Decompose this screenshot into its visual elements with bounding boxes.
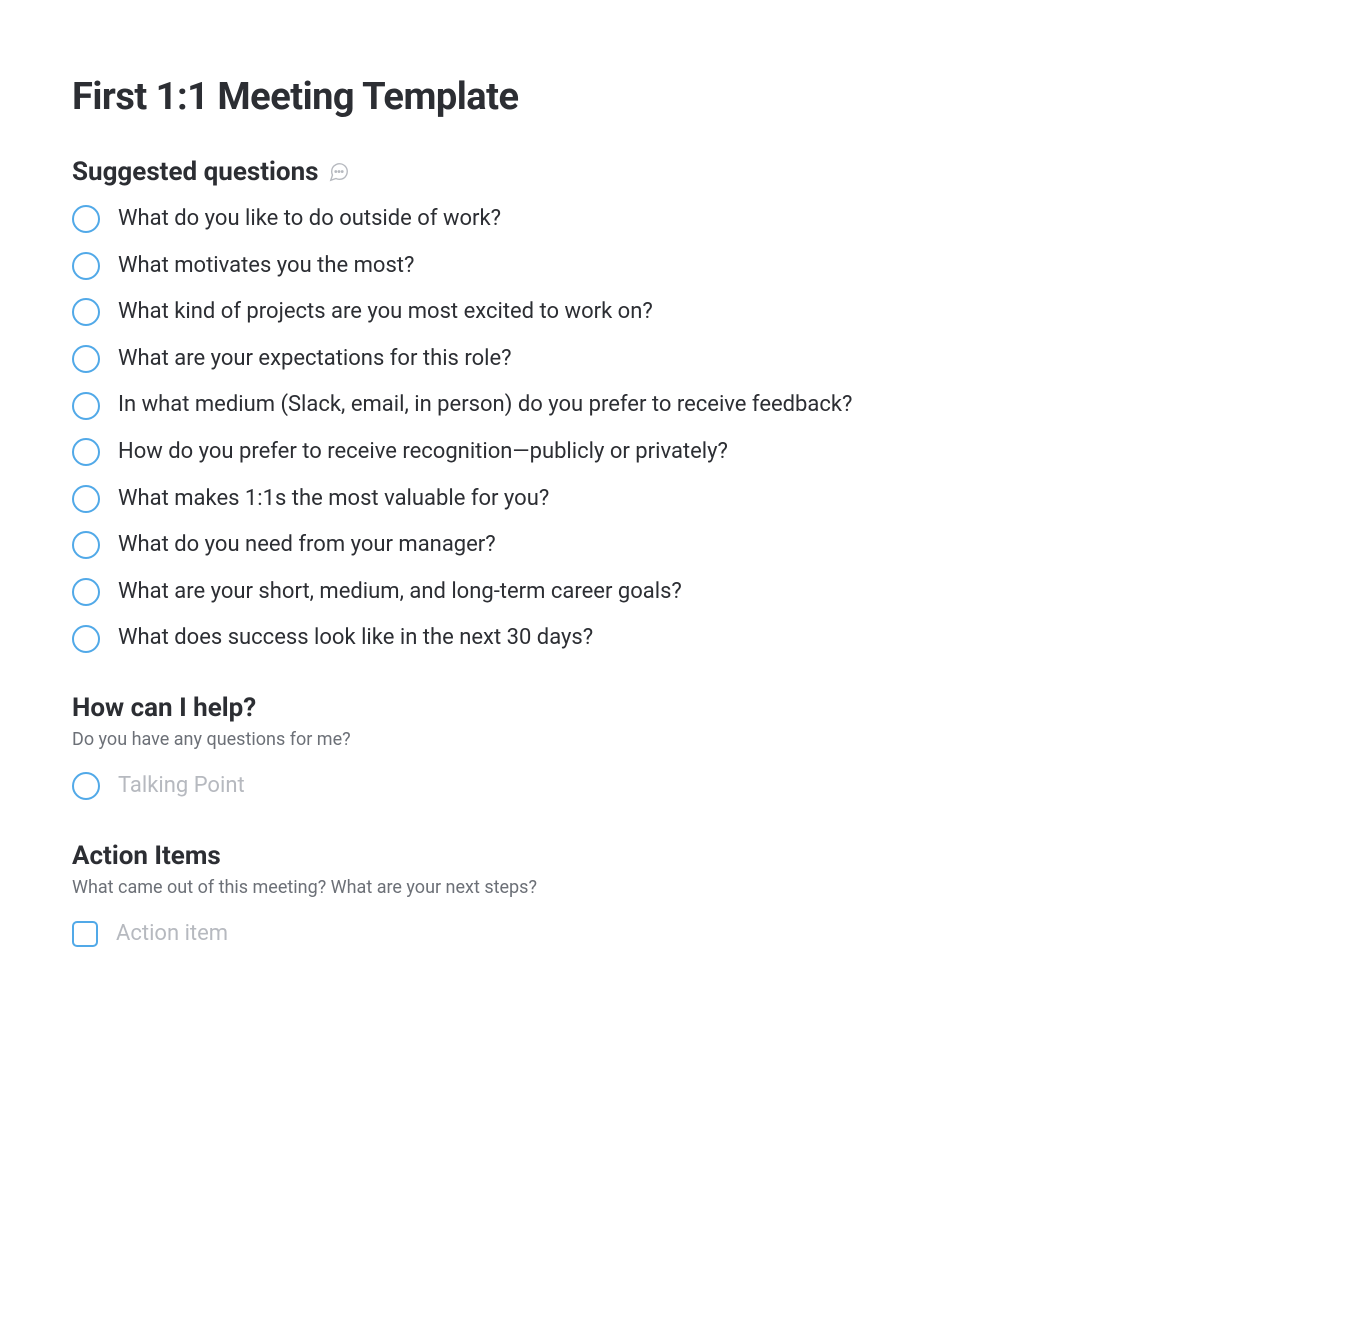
radio-icon[interactable]	[72, 205, 100, 233]
suggested-questions-heading-text: Suggested questions	[72, 157, 319, 187]
question-text[interactable]: What does success look like in the next …	[118, 624, 593, 653]
question-item: What makes 1:1s the most valuable for yo…	[72, 485, 1296, 514]
how-can-i-help-heading: How can I help?	[72, 693, 1296, 723]
suggested-questions-heading: Suggested questions	[72, 157, 1296, 187]
radio-icon[interactable]	[72, 252, 100, 280]
radio-icon[interactable]	[72, 345, 100, 373]
radio-icon[interactable]	[72, 392, 100, 420]
question-item: What kind of projects are you most excit…	[72, 298, 1296, 327]
question-item: What do you need from your manager?	[72, 531, 1296, 560]
question-item: How do you prefer to receive recognition…	[72, 438, 1296, 467]
speech-bubble-icon	[327, 160, 351, 184]
question-text[interactable]: How do you prefer to receive recognition…	[118, 438, 728, 467]
question-item: What do you like to do outside of work?	[72, 205, 1296, 234]
question-item: What are your expectations for this role…	[72, 345, 1296, 374]
how-can-i-help-subtext: Do you have any questions for me?	[72, 729, 1296, 750]
radio-icon[interactable]	[72, 438, 100, 466]
question-text[interactable]: What kind of projects are you most excit…	[118, 298, 653, 327]
radio-icon[interactable]	[72, 625, 100, 653]
checkbox-icon[interactable]	[72, 921, 98, 947]
question-item: In what medium (Slack, email, in person)…	[72, 391, 1296, 420]
suggested-questions-list: What do you like to do outside of work? …	[72, 205, 1296, 653]
talking-point-row: Talking Point	[72, 772, 1296, 801]
question-text[interactable]: What do you need from your manager?	[118, 531, 496, 560]
question-item: What does success look like in the next …	[72, 624, 1296, 653]
radio-icon[interactable]	[72, 531, 100, 559]
radio-icon[interactable]	[72, 578, 100, 606]
action-items-subtext: What came out of this meeting? What are …	[72, 877, 1296, 898]
question-item: What motivates you the most?	[72, 252, 1296, 281]
question-text[interactable]: What do you like to do outside of work?	[118, 205, 501, 234]
question-text[interactable]: In what medium (Slack, email, in person)…	[118, 391, 852, 420]
action-item-row: Action item	[72, 920, 1296, 949]
question-text[interactable]: What are your expectations for this role…	[118, 345, 512, 374]
page-title: First 1:1 Meeting Template	[72, 75, 1296, 119]
radio-icon[interactable]	[72, 485, 100, 513]
action-items-heading: Action Items	[72, 841, 1296, 871]
question-text[interactable]: What motivates you the most?	[118, 252, 414, 281]
radio-icon[interactable]	[72, 298, 100, 326]
radio-icon[interactable]	[72, 772, 100, 800]
question-item: What are your short, medium, and long-te…	[72, 578, 1296, 607]
talking-point-placeholder[interactable]: Talking Point	[118, 772, 245, 801]
action-item-placeholder[interactable]: Action item	[116, 920, 228, 949]
question-text[interactable]: What makes 1:1s the most valuable for yo…	[118, 485, 549, 514]
question-text[interactable]: What are your short, medium, and long-te…	[118, 578, 682, 607]
